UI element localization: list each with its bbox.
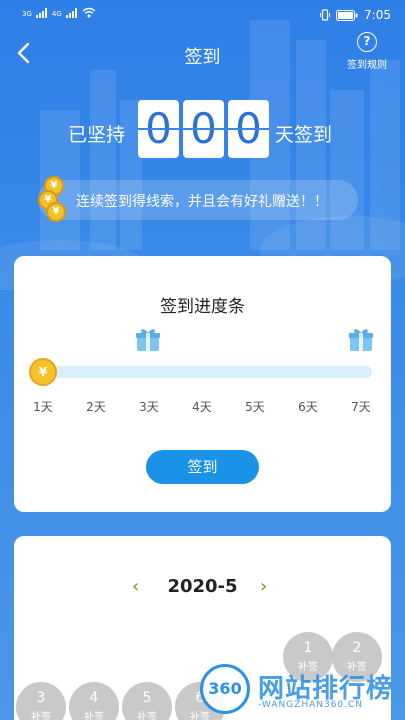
site-watermark: 360 网站排行榜 -WANGZHAN360.CN xyxy=(196,660,405,720)
day-status: 补签 xyxy=(137,712,157,720)
check-in-button[interactable]: 签到 xyxy=(146,450,259,484)
calendar-day[interactable]: 5 补签 xyxy=(122,682,172,720)
calendar-month: 2020-5 xyxy=(167,576,238,597)
day-label: 7天 xyxy=(351,400,371,414)
day-number: 3 xyxy=(36,690,46,706)
progress-title: 签到进度条 xyxy=(160,297,245,317)
streak-digit: 0 xyxy=(138,100,179,158)
streak-counter: 已坚持 0 0 0 天签到 xyxy=(0,100,405,160)
progress-track xyxy=(36,366,372,378)
calendar-day[interactable]: 4 补签 xyxy=(69,682,119,720)
progress-coin-knob: ¥ xyxy=(29,358,57,386)
battery-icon xyxy=(336,9,358,21)
progress-day-labels: 1天 2天 3天 4天 5天 6天 7天 xyxy=(14,398,391,416)
day-label: 2天 xyxy=(86,400,106,414)
coin-stack-icon: ¥ ¥ ¥ xyxy=(36,176,70,226)
wifi-icon xyxy=(82,7,96,18)
day-number: 1 xyxy=(303,640,313,656)
progress-card: 签到进度条 ¥ 1天 2天 3天 4天 5天 6天 7天 签到 xyxy=(14,256,391,512)
reward-notice-banner: ¥ ¥ ¥ 连续签到得线索，并且会有好礼赠送！！ xyxy=(38,176,358,222)
day-status: 补签 xyxy=(31,712,51,720)
signal-label-2: 4G xyxy=(51,10,62,18)
watermark-url: -WANGZHAN360.CN xyxy=(258,700,364,710)
day-label: 5天 xyxy=(245,400,265,414)
status-right: 7:05 xyxy=(320,8,391,22)
day-number: 5 xyxy=(142,690,152,706)
signal-label-1: 3G xyxy=(22,10,32,18)
calendar-day[interactable]: 3 补签 xyxy=(16,682,66,720)
status-time: 7:05 xyxy=(364,8,391,22)
rules-button[interactable]: ? 签到规则 xyxy=(337,32,397,71)
day-label: 3天 xyxy=(139,400,159,414)
gift-box-icon xyxy=(136,329,160,351)
question-icon: ? xyxy=(357,32,377,52)
day-label: 4天 xyxy=(192,400,212,414)
streak-digit: 0 xyxy=(228,100,269,158)
watermark-badge: 360 xyxy=(200,664,250,714)
day-status: 补签 xyxy=(84,712,104,720)
coin-icon: ¥ xyxy=(46,202,66,222)
next-month-button[interactable]: › xyxy=(260,576,267,597)
status-bar: 3G 4G 7:05 xyxy=(0,0,405,32)
notice-text: 连续签到得线索，并且会有好礼赠送！！ xyxy=(76,194,328,210)
cell-signal-icon xyxy=(65,8,77,18)
gift-box-icon xyxy=(349,329,373,351)
status-signals: 3G 4G xyxy=(22,7,96,18)
rules-label: 签到规则 xyxy=(347,60,387,71)
day-label: 1天 xyxy=(33,400,53,414)
day-number: 4 xyxy=(89,690,99,706)
streak-digit: 0 xyxy=(183,100,224,158)
streak-prefix: 已坚持 xyxy=(68,124,126,146)
day-label: 6天 xyxy=(298,400,318,414)
top-nav: 签到 ? 签到规则 xyxy=(0,32,405,78)
cell-signal-icon xyxy=(35,8,47,18)
vibrate-icon xyxy=(320,9,331,21)
day-number: 2 xyxy=(352,640,362,656)
streak-suffix: 天签到 xyxy=(275,124,333,146)
